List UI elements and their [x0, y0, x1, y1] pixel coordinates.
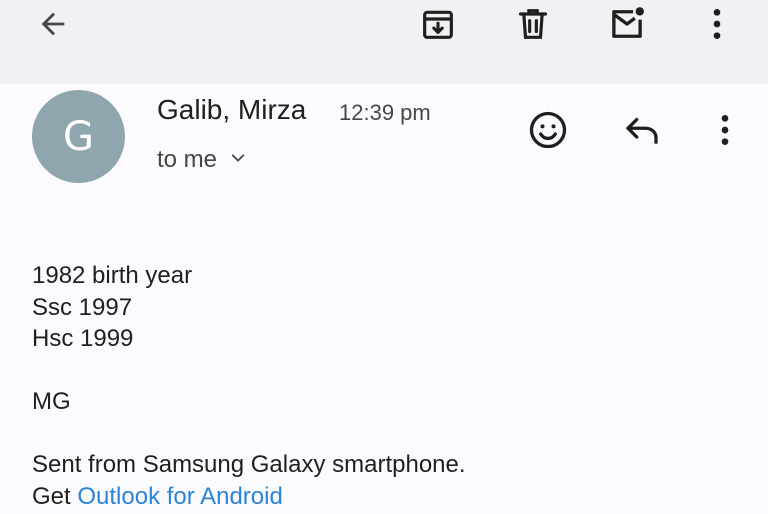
avatar-initial: G — [63, 113, 94, 160]
message-body: 1982 birth year Ssc 1997 Hsc 1999 MG Sen… — [32, 260, 466, 512]
get-outlook-line: Get Outlook for Android — [32, 481, 466, 513]
delete-button[interactable] — [509, 0, 557, 48]
trash-icon — [513, 4, 553, 44]
outlook-for-android-link[interactable]: Outlook for Android — [77, 483, 282, 510]
top-app-bar — [0, 0, 768, 84]
recipient-label: to me — [157, 146, 218, 173]
chevron-down-icon — [229, 146, 247, 174]
back-button[interactable] — [29, 0, 77, 48]
reply-button[interactable] — [618, 106, 666, 154]
more-vert-icon — [705, 110, 745, 150]
recipient-details-toggle[interactable]: to me — [157, 146, 247, 174]
sender-name: Galib, Mirza — [157, 94, 307, 125]
get-prefix: Get — [32, 482, 71, 510]
body-line: Hsc 1999 — [32, 325, 134, 352]
mark-unread-button[interactable] — [603, 0, 651, 48]
body-line: 1982 birth year — [32, 262, 193, 289]
sender-avatar[interactable]: G — [32, 90, 125, 183]
sent-from-footer: Sent from Samsung Galaxy smartphone. — [32, 451, 466, 478]
reply-icon — [621, 109, 663, 151]
message-more-button[interactable] — [701, 106, 749, 154]
body-line: Ssc 1997 — [32, 293, 133, 321]
message-view: G Galib, Mirza 12:39 pm to me 1982 birth… — [0, 84, 768, 514]
archive-icon — [418, 4, 458, 44]
archive-button[interactable] — [414, 0, 462, 48]
more-options-button[interactable] — [693, 0, 741, 48]
add-reaction-button[interactable] — [524, 106, 572, 154]
emoji-icon — [526, 108, 570, 152]
message-time: 12:39 pm — [339, 100, 431, 125]
more-vert-icon — [697, 4, 737, 44]
mark-unread-icon — [606, 3, 648, 45]
signature: MG — [32, 388, 71, 415]
arrow-back-icon — [36, 7, 70, 41]
